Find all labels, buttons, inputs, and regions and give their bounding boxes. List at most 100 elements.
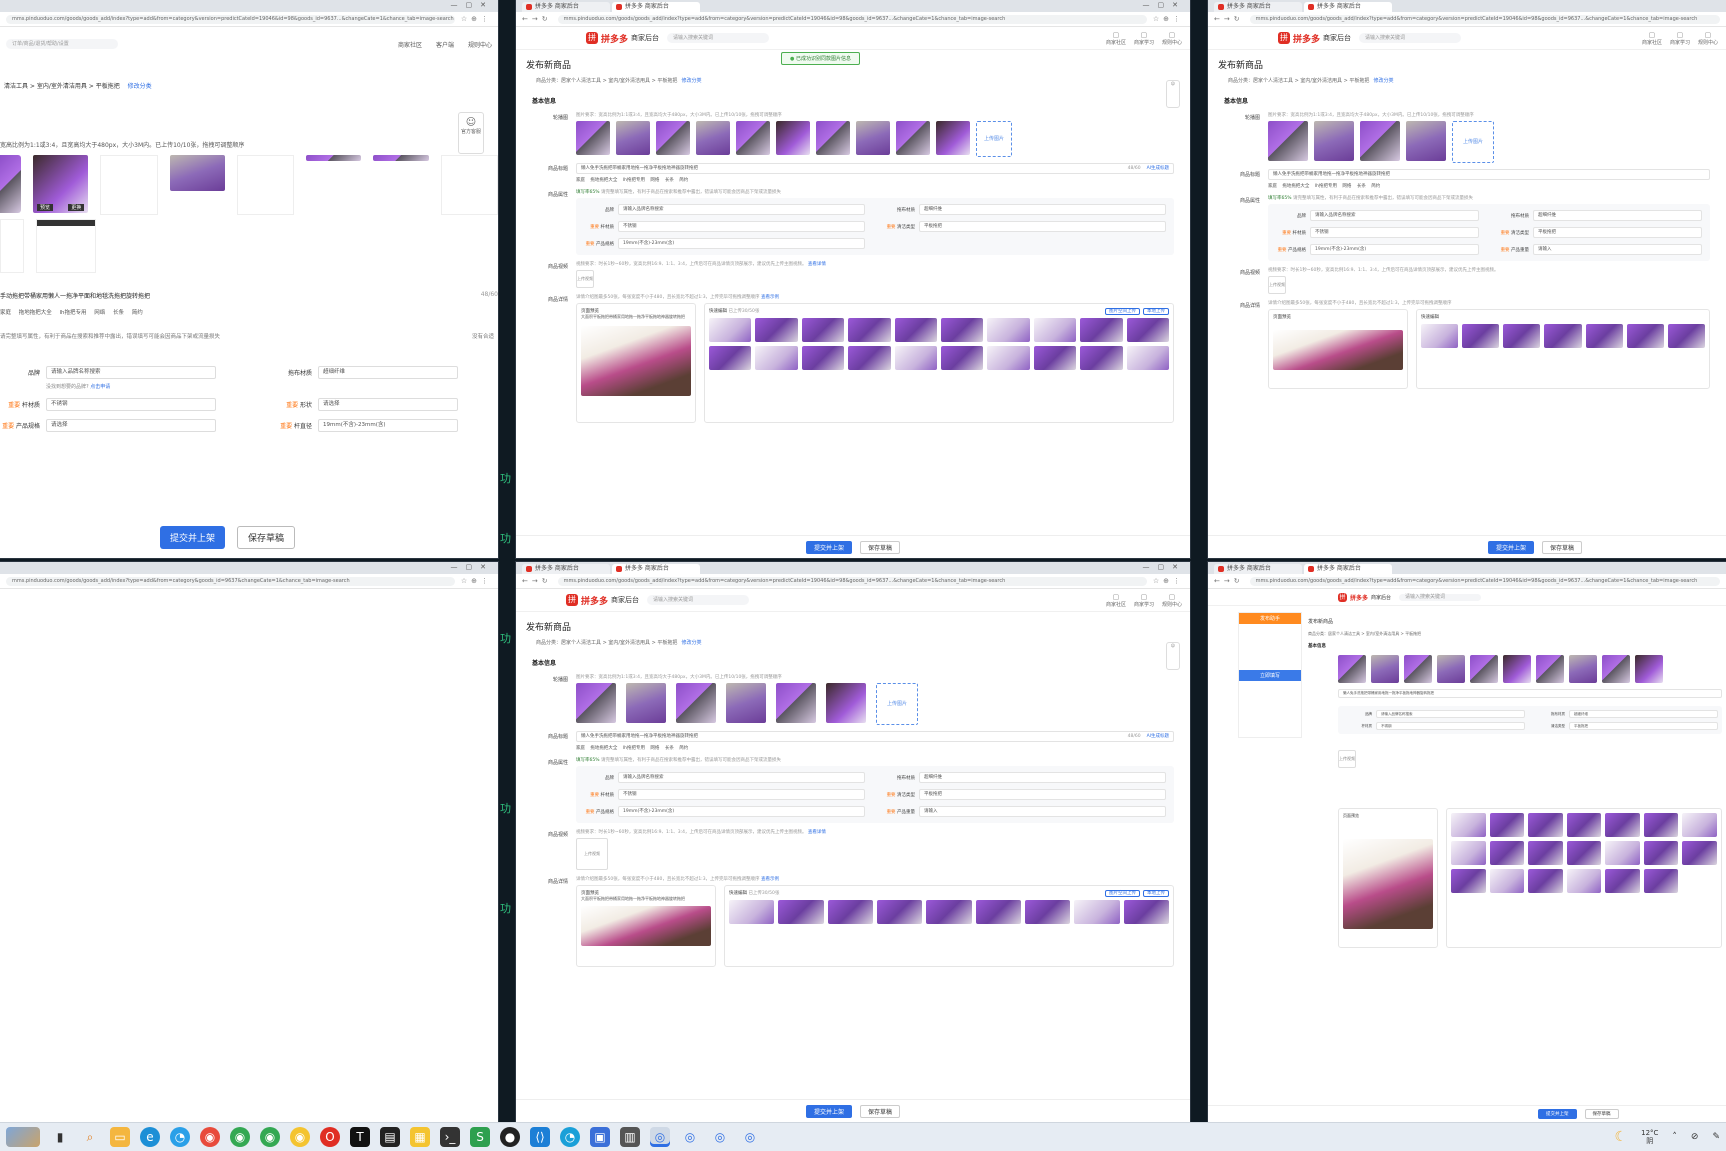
video-detail-link[interactable]: 查看详情 <box>808 830 826 835</box>
gallery-image[interactable] <box>1682 813 1717 837</box>
upload-image-button[interactable]: 上传图片 <box>876 683 918 725</box>
gallery-image[interactable] <box>1126 346 1169 370</box>
gallery-image[interactable] <box>1126 318 1169 342</box>
network-icon[interactable]: ⊘ <box>1691 1132 1699 1142</box>
gallery-image[interactable] <box>1528 813 1563 837</box>
extension-icons[interactable]: ☆⊕⋮ <box>461 15 492 23</box>
header-link[interactable]: 商家社区 <box>398 40 422 49</box>
header-link[interactable]: 客户端 <box>436 40 454 49</box>
product-image[interactable] <box>676 683 716 723</box>
attr-field[interactable]: 19mm(不含)-23mm(含) <box>1310 244 1479 255</box>
browser-tab[interactable]: 拼多多 商家后台 <box>612 564 700 574</box>
save-draft-button[interactable]: 保存草稿 <box>1542 540 1583 554</box>
widgets-icon[interactable] <box>6 1127 40 1147</box>
image-viewer-icon[interactable]: ▣ <box>590 1127 610 1147</box>
attr-right[interactable]: 没有合适 <box>472 332 494 340</box>
upload-video-button[interactable]: 上传视频 <box>1268 276 1286 294</box>
product-image[interactable] <box>626 683 666 723</box>
title-tags[interactable]: 家庭 拖地拖把大全 lh拖把专用 网络 长条 简约 <box>576 177 1174 183</box>
save-draft-button[interactable]: 保存草稿 <box>1584 1109 1619 1119</box>
product-image[interactable] <box>616 121 650 155</box>
window-controls[interactable]: —▢✕ <box>1143 1 1186 9</box>
gallery-image[interactable] <box>709 318 752 342</box>
header-link[interactable]: 商家社区 <box>1642 31 1662 46</box>
preview-badge[interactable]: 预览 <box>36 204 53 211</box>
pdd-logo[interactable]: 拼拼多多 商家后台 <box>1278 32 1351 45</box>
product-image[interactable] <box>1314 121 1354 161</box>
pdd-logo[interactable]: 拼拼多多 商家后台 <box>586 32 659 45</box>
product-image[interactable] <box>373 155 429 161</box>
title-input[interactable]: 懒人免手洗拖把带桶家用地拖一拖净平板拖地神器旋转拖把 <box>1338 689 1722 698</box>
header-link[interactable]: 商家社区 <box>1106 31 1126 46</box>
typora-icon[interactable]: T <box>350 1127 370 1147</box>
app-icon[interactable]: ▥ <box>620 1127 640 1147</box>
gallery-image[interactable] <box>1024 900 1071 924</box>
header-link[interactable]: 规则中心 <box>1162 593 1182 608</box>
product-image[interactable] <box>816 121 850 155</box>
edit-category-link[interactable]: 修改分类 <box>128 83 152 90</box>
gallery-image[interactable] <box>987 318 1030 342</box>
header-link[interactable]: 规则中心 <box>468 40 492 49</box>
chrome-window-icon[interactable]: ◎ <box>680 1127 700 1147</box>
edit-category-link[interactable]: 修改分类 <box>1373 78 1393 84</box>
image-space-upload-button[interactable]: 图片空间上传 <box>1105 308 1140 315</box>
product-image[interactable] <box>1371 655 1399 683</box>
ai-title-button[interactable]: AI生成标题 <box>1147 732 1169 741</box>
gallery-image[interactable] <box>1605 841 1640 865</box>
gallery-image[interactable] <box>801 318 845 342</box>
gallery-image[interactable] <box>1682 841 1717 865</box>
start-icon[interactable]: ▮ <box>50 1127 70 1147</box>
gallery-image[interactable] <box>1033 318 1077 342</box>
gallery-image[interactable] <box>926 900 972 924</box>
pen-icon[interactable]: ✎ <box>1712 1132 1720 1142</box>
edge-icon[interactable]: e <box>140 1127 160 1147</box>
file-explorer-icon[interactable]: ▭ <box>110 1127 130 1147</box>
search-input[interactable]: 订单/商品/退货/帮助/设置 <box>6 39 118 49</box>
edit-category-link[interactable]: 修改分类 <box>681 78 701 84</box>
attr-field[interactable]: 超细纤维 <box>919 772 1166 783</box>
detail-example-link[interactable]: 查看示例 <box>761 877 779 882</box>
upload-video-button[interactable]: 上传视频 <box>576 838 608 870</box>
gallery-image[interactable] <box>1566 841 1602 865</box>
moon-weather-icon[interactable]: ☾ <box>1615 1129 1628 1145</box>
gallery-image[interactable] <box>1566 869 1602 893</box>
gallery-image[interactable] <box>1080 318 1123 342</box>
empty-slot[interactable] <box>0 219 24 273</box>
empty-slot[interactable] <box>440 155 498 215</box>
ai-title-button[interactable]: AI生成标题 <box>1147 164 1169 173</box>
browser-tab[interactable]: 拼多多 商家后台 <box>1304 564 1392 574</box>
product-image[interactable] <box>1437 655 1465 683</box>
product-image[interactable] <box>1360 121 1400 161</box>
customer-service-badge[interactable]: ☺ 官方客服 <box>458 112 484 154</box>
header-link[interactable]: 商家社区 <box>1106 593 1126 608</box>
gallery-image[interactable] <box>1421 324 1459 348</box>
product-image[interactable] <box>1268 121 1308 161</box>
gallery-image[interactable] <box>801 346 845 370</box>
save-draft-button[interactable]: 保存草稿 <box>237 526 296 549</box>
attr-field[interactable]: 超细纤维 <box>1533 210 1702 221</box>
spreadsheet-icon[interactable]: S <box>470 1127 490 1147</box>
submit-button[interactable]: 提交并上架 <box>1538 1109 1577 1119</box>
search-input[interactable]: 请输入搜索关键词 <box>667 33 770 43</box>
gallery-image[interactable] <box>876 900 923 924</box>
header-link[interactable]: 规则中心 <box>1162 31 1182 46</box>
browser-tab[interactable]: 拼多多 商家后台 <box>1214 564 1302 574</box>
window-controls[interactable]: —▢✕ <box>451 1 494 9</box>
terminal-icon[interactable]: ›_ <box>440 1127 460 1147</box>
gallery-image[interactable] <box>1080 346 1123 370</box>
chrome-window-icon[interactable]: ◎ <box>740 1127 760 1147</box>
customer-service-badge[interactable]: ☺ <box>1166 642 1180 670</box>
chrome-profile-icon[interactable]: ◉ <box>260 1127 280 1147</box>
search-icon[interactable]: ⌕ <box>80 1127 100 1147</box>
customer-service-badge[interactable]: ☺ <box>1166 80 1180 108</box>
app-icon[interactable]: ● <box>500 1127 520 1147</box>
browser-tab[interactable]: 拼多多 商家后台 <box>1304 2 1392 12</box>
product-image[interactable] <box>736 121 770 155</box>
attr-field[interactable]: 不锈钢 <box>1376 722 1525 730</box>
attr-field[interactable]: 请输入品牌名称搜索 <box>618 772 865 783</box>
url-field[interactable]: mms.pinduoduo.com/goods/goods_add/index?… <box>557 576 1147 586</box>
product-image[interactable] <box>856 121 890 155</box>
gallery-image[interactable] <box>1451 841 1486 865</box>
product-image[interactable] <box>776 121 810 155</box>
assistant-action-button[interactable]: 立即填写 <box>1239 670 1301 681</box>
